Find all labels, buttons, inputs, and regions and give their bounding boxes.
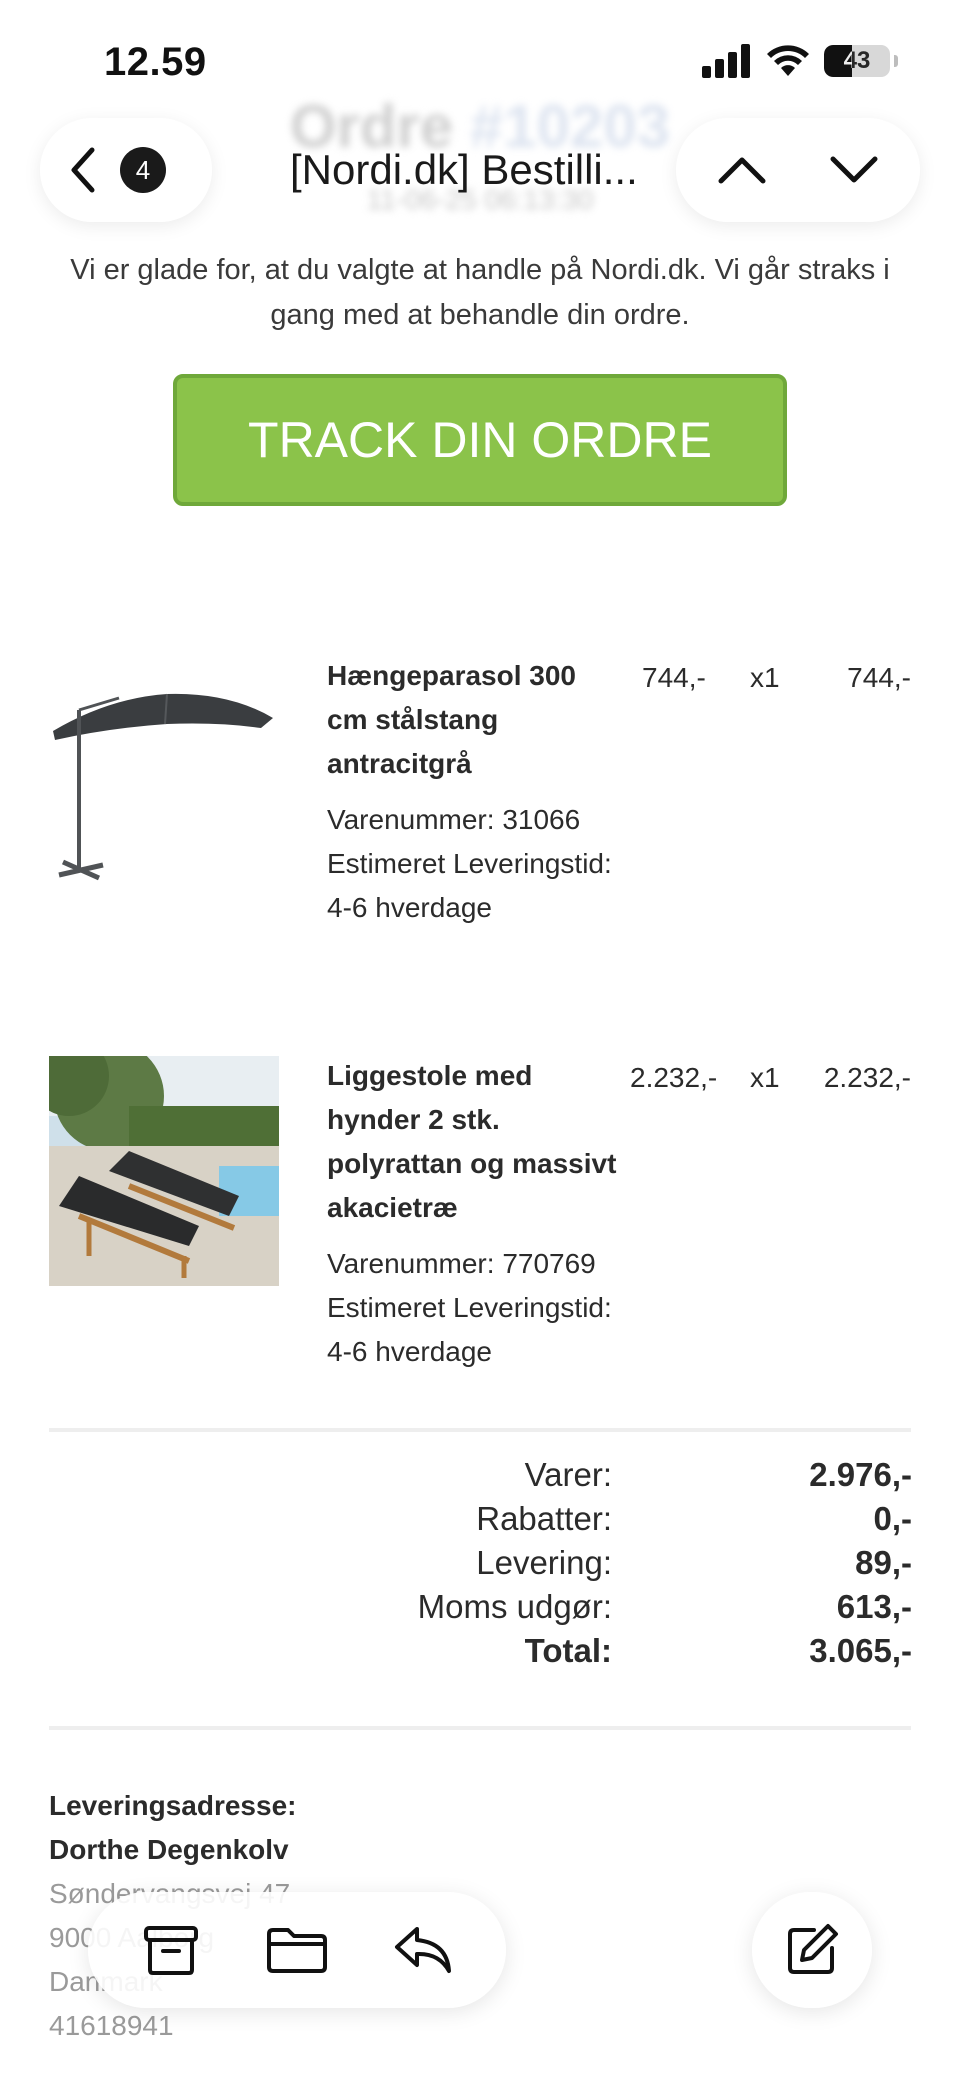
address-phone[interactable]: 41618941 xyxy=(49,2004,296,2048)
bottom-toolbar xyxy=(88,1892,506,2008)
move-to-folder-button[interactable] xyxy=(257,1910,337,1990)
product-image-loungers[interactable] xyxy=(49,1056,279,1286)
totals-label: Total: xyxy=(524,1632,612,1669)
divider xyxy=(49,1726,911,1730)
totals-row-items: Varer: 2.976,- xyxy=(0,1456,960,1500)
address-heading: Leveringsadresse: xyxy=(49,1790,297,1821)
wifi-icon xyxy=(767,45,809,76)
battery-level: 43 xyxy=(843,47,871,74)
chevron-left-icon xyxy=(71,147,95,193)
product-unit-price: 744,- xyxy=(642,662,706,693)
totals-row-delivery: Levering: 89,- xyxy=(0,1544,960,1588)
product-sku: Varenummer: 770769 xyxy=(327,1248,596,1279)
totals-label: Rabatter: xyxy=(476,1500,612,1537)
product-qty: x1 xyxy=(750,662,780,693)
product-delivery-time: 4-6 hverdage xyxy=(327,1336,493,1367)
divider xyxy=(49,1428,911,1432)
folder-icon xyxy=(267,1928,327,1973)
product-sku: Varenummer: 31066 xyxy=(327,804,581,835)
back-button[interactable]: 4 xyxy=(40,118,212,222)
product-line-total: 2.232,- xyxy=(823,1062,911,1093)
totals-value: 2.976,- xyxy=(809,1456,912,1493)
reply-button[interactable] xyxy=(383,1910,463,1990)
product-image-parasol[interactable] xyxy=(49,680,279,910)
track-order-button[interactable]: TRACK DIN ORDRE xyxy=(173,374,787,506)
product-name[interactable]: Hængeparasol 300 cm stålstang antracitgr… xyxy=(327,654,617,786)
totals-value: 613,- xyxy=(836,1588,912,1625)
totals-value: 3.065,- xyxy=(809,1632,912,1669)
reply-icon xyxy=(395,1927,451,1973)
totals-row-vat: Moms udgør: 613,- xyxy=(0,1588,960,1632)
product-meta: Varenummer: 770769 Estimeret Leveringsti… xyxy=(327,1242,647,1374)
unread-count-badge: 4 xyxy=(120,147,166,193)
product-delivery-time: 4-6 hverdage xyxy=(327,892,493,923)
compose-button[interactable] xyxy=(752,1892,872,2008)
product-delivery-label: Estimeret Leveringstid: xyxy=(327,848,612,879)
product-unit-price: 2.232,- xyxy=(630,1062,718,1093)
product-line-total: 744,- xyxy=(847,662,911,693)
totals-label: Levering: xyxy=(476,1544,612,1581)
signal-icon xyxy=(702,44,750,78)
product-delivery-label: Estimeret Leveringstid: xyxy=(327,1292,612,1323)
message-navigation xyxy=(676,118,920,222)
archive-button[interactable] xyxy=(131,1910,211,1990)
address-name: Dorthe Degenkolv xyxy=(49,1834,289,1865)
compose-icon xyxy=(788,1924,838,1974)
product-name[interactable]: Liggestole med hynder 2 stk. polyrattan … xyxy=(327,1054,617,1230)
totals-row-discounts: Rabatter: 0,- xyxy=(0,1500,960,1544)
product-meta: Varenummer: 31066 Estimeret Leveringstid… xyxy=(327,798,647,930)
totals-label: Varer: xyxy=(524,1456,612,1493)
totals-value: 89,- xyxy=(855,1544,912,1581)
next-message-button[interactable] xyxy=(814,130,894,210)
intro-text: Vi er glade for, at du valgte at handle … xyxy=(70,254,890,331)
battery-icon: 43 xyxy=(824,45,890,77)
email-subject: [Nordi.dk] Bestilli... xyxy=(290,146,638,193)
totals-value: 0,- xyxy=(873,1500,912,1537)
status-time: 12.59 xyxy=(104,40,207,84)
totals-row-total: Total: 3.065,- xyxy=(0,1632,960,1676)
product-qty: x1 xyxy=(750,1062,780,1093)
chevron-down-icon xyxy=(830,156,878,183)
previous-message-button[interactable] xyxy=(702,130,782,210)
archive-icon xyxy=(144,1926,198,1975)
status-icons: 43 xyxy=(702,44,898,78)
chevron-up-icon xyxy=(718,157,766,184)
totals-label: Moms udgør: xyxy=(417,1588,612,1625)
